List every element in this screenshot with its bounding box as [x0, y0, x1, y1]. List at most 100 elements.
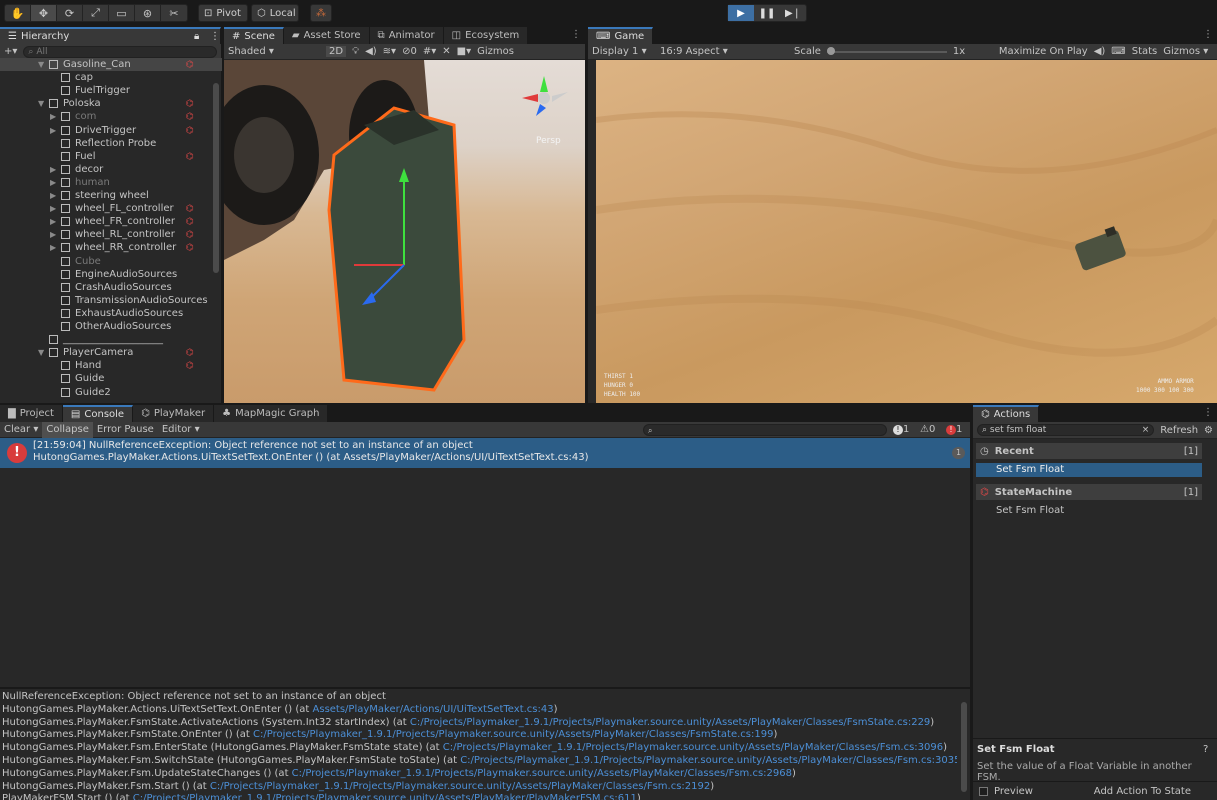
hierarchy-search-input[interactable]: ⌕ All	[23, 45, 217, 58]
aspect-dropdown[interactable]: 16:9 Aspect ▾	[660, 46, 788, 57]
hierarchy-item[interactable]: ▼ Gasoline_Can ⌬	[0, 58, 222, 71]
hierarchy-item[interactable]: Cube	[0, 255, 222, 268]
console-entry[interactable]: ! [21:59:04] NullReferenceException: Obj…	[0, 438, 970, 468]
hierarchy-item[interactable]: ▶ com ⌬	[0, 110, 222, 123]
console-search-input[interactable]: ⌕	[643, 423, 887, 436]
camera-icon[interactable]: ■▾	[457, 46, 471, 57]
clear-search-icon[interactable]: ×	[1142, 425, 1150, 435]
menu-dots-icon[interactable]: ⋮	[571, 29, 581, 40]
effects-icon[interactable]: ≋▾	[383, 46, 396, 57]
actions-search-input[interactable]: ⌕ set fsm float ×	[977, 424, 1155, 436]
hierarchy-item[interactable]: Hand ⌬	[0, 359, 222, 372]
hand-tool-icon[interactable]: ✋	[5, 5, 31, 21]
collapsed-arrow-icon[interactable]: ▶	[50, 124, 56, 137]
mode-2d-toggle[interactable]: 2D	[326, 46, 347, 57]
hierarchy-item[interactable]: CrashAudioSources	[0, 281, 222, 294]
gizmos-dropdown[interactable]: Gizmos	[477, 46, 514, 57]
action-item-statemachine-set-fsm-float[interactable]: Set Fsm Float	[976, 504, 1202, 518]
playmaker-fsm-icon[interactable]: ⌬	[186, 98, 197, 109]
preview-checkbox[interactable]	[979, 786, 988, 796]
info-count-toggle[interactable]: ! 1	[893, 424, 909, 435]
expanded-arrow-icon[interactable]: ▼	[38, 346, 44, 359]
hierarchy-item[interactable]: ▼ Poloska ⌬	[0, 97, 222, 110]
display-dropdown[interactable]: Display 1 ▾	[592, 46, 654, 57]
scale-slider[interactable]	[826, 46, 947, 57]
hierarchy-item[interactable]: FuelTrigger	[0, 84, 222, 97]
shading-dropdown[interactable]: Shaded ▾	[228, 46, 320, 57]
recent-category[interactable]: ◷ Recent [1]	[976, 443, 1202, 459]
tab-console[interactable]: ▤ Console	[62, 405, 134, 422]
collapsed-arrow-icon[interactable]: ▶	[50, 110, 56, 123]
rotate-tool-icon[interactable]: ⟳	[57, 5, 83, 21]
add-icon[interactable]: +▾	[4, 46, 17, 57]
stack-trace-link[interactable]: Assets/PlayMaker/Actions/UI/UiTextSetTex…	[313, 704, 554, 715]
move-tool-icon[interactable]: ✥	[31, 5, 57, 21]
stack-trace-link[interactable]: C:/Projects/Playmaker_1.9.1/Projects/Pla…	[460, 755, 957, 766]
playmaker-fsm-icon[interactable]: ⌬	[186, 347, 197, 358]
tab-asset-store[interactable]: ▰ Asset Store	[283, 27, 370, 44]
hierarchy-item[interactable]: Guide	[0, 372, 222, 385]
playmaker-fsm-icon[interactable]: ⌬	[186, 59, 197, 70]
hierarchy-item[interactable]: ▶ decor	[0, 163, 222, 176]
tab-project[interactable]: ▇ Project	[0, 405, 63, 422]
stack-trace-link[interactable]: C:/Projects/Playmaker_1.9.1/Projects/Pla…	[253, 729, 773, 740]
hierarchy-item[interactable]: ExhaustAudioSources	[0, 307, 222, 320]
pause-button[interactable]: ❚❚	[754, 5, 780, 21]
stack-scrollbar[interactable]	[961, 702, 967, 792]
stats-toggle[interactable]: Stats	[1132, 46, 1158, 57]
orientation-gizmo[interactable]	[514, 68, 574, 128]
custom-tool-icon[interactable]: ✂	[161, 5, 187, 21]
hierarchy-item[interactable]: OtherAudioSources	[0, 320, 222, 333]
rect-tool-icon[interactable]: ▭	[109, 5, 135, 21]
tab-animator[interactable]: ⧉ Animator	[369, 27, 444, 44]
tab-game[interactable]: ⌨ Game	[588, 27, 654, 44]
hierarchy-item[interactable]: Reflection Probe	[0, 137, 222, 150]
collapsed-arrow-icon[interactable]: ▶	[50, 228, 56, 241]
stack-trace-link[interactable]: C:/Projects/Playmaker_1.9.1/Projects/Pla…	[133, 793, 637, 800]
menu-dots-icon[interactable]: ⋮	[1203, 29, 1213, 40]
menu-dots-icon[interactable]: ⋮	[210, 31, 220, 42]
hierarchy-item[interactable]: ____________________	[0, 333, 222, 346]
warn-count-toggle[interactable]: ⚠0	[920, 424, 935, 435]
hierarchy-item[interactable]: ▶ DriveTrigger ⌬	[0, 124, 222, 137]
transform-tool-icon[interactable]: ⊛	[135, 5, 161, 21]
tools-icon[interactable]: ✕	[442, 46, 450, 57]
tab-actions[interactable]: ⌬ Actions	[973, 405, 1040, 422]
tab-playmaker[interactable]: ⌬ PlayMaker	[133, 405, 215, 422]
lock-icon[interactable]: 🔒︎	[194, 31, 199, 42]
tab-ecosystem[interactable]: ◫ Ecosystem	[443, 27, 529, 44]
menu-dots-icon[interactable]: ⋮	[1203, 407, 1213, 418]
collapsed-arrow-icon[interactable]: ▶	[50, 202, 56, 215]
collapsed-arrow-icon[interactable]: ▶	[50, 176, 56, 189]
playmaker-fsm-icon[interactable]: ⌬	[186, 111, 197, 122]
mute-audio-icon[interactable]: ◀︎)	[1094, 46, 1106, 57]
light-icon[interactable]: 💡︎	[352, 46, 359, 57]
scene-viewport[interactable]: Persp	[224, 60, 585, 403]
playmaker-fsm-icon[interactable]: ⌬	[186, 125, 197, 136]
hierarchy-scrollbar[interactable]	[213, 83, 219, 273]
scale-slider-thumb[interactable]	[826, 46, 835, 55]
pivot-toggle[interactable]: ⊡ Pivot	[198, 4, 248, 22]
help-icon[interactable]: ?	[1203, 744, 1208, 755]
persp-label[interactable]: Persp	[536, 136, 561, 146]
stack-trace-link[interactable]: C:/Projects/Playmaker_1.9.1/Projects/Pla…	[210, 781, 710, 792]
playmaker-fsm-icon[interactable]: ⌬	[186, 203, 197, 214]
playmaker-fsm-icon[interactable]: ⌬	[186, 242, 197, 253]
tab-scene[interactable]: # Scene	[224, 27, 284, 44]
game-viewport[interactable]: THIRST 1 HUNGER 0 HEALTH 100 AMMO ARMOR …	[596, 60, 1217, 403]
error-pause-toggle[interactable]: Error Pause	[93, 424, 158, 435]
hierarchy-item[interactable]: ▼ PlayerCamera ⌬	[0, 346, 222, 359]
action-item-recent-set-fsm-float[interactable]: Set Fsm Float	[976, 463, 1202, 477]
playmaker-fsm-icon[interactable]: ⌬	[186, 216, 197, 227]
refresh-button[interactable]: Refresh	[1160, 425, 1198, 436]
gizmos-dropdown[interactable]: Gizmos ▾	[1163, 46, 1208, 57]
visibility-icon[interactable]: ⊘0	[402, 46, 417, 57]
playmaker-fsm-icon[interactable]: ⌬	[186, 151, 197, 162]
console-splitter[interactable]	[0, 687, 970, 689]
hierarchy-item[interactable]: ▶ wheel_FR_controller ⌬	[0, 215, 222, 228]
hierarchy-item[interactable]: Fuel ⌬	[0, 150, 222, 163]
hierarchy-item[interactable]: ▶ wheel_FL_controller ⌬	[0, 202, 222, 215]
hierarchy-item[interactable]: EngineAudioSources	[0, 268, 222, 281]
hierarchy-item[interactable]: ▶ wheel_RL_controller ⌬	[0, 228, 222, 241]
collapsed-arrow-icon[interactable]: ▶	[50, 215, 56, 228]
